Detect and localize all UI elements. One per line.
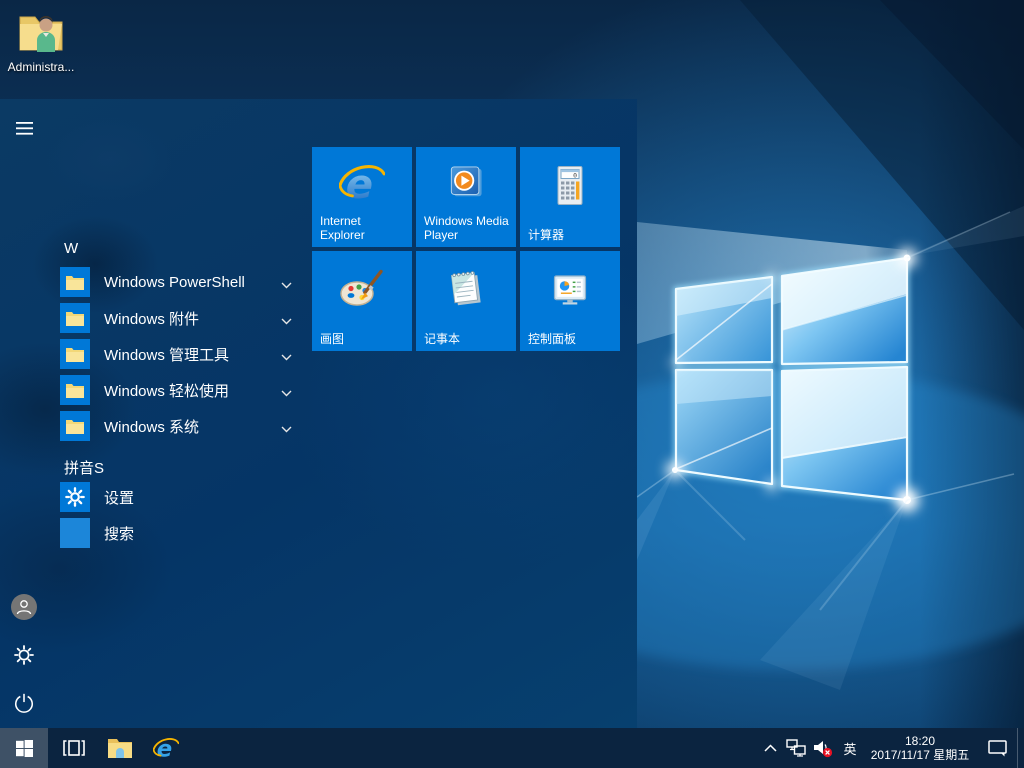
tile-label: 画图 xyxy=(320,332,406,346)
app-list-section-header-w: W xyxy=(64,240,78,257)
tray-volume-button[interactable] xyxy=(809,728,837,768)
chevron-down-icon[interactable] xyxy=(281,348,292,366)
tray-show-hidden-icons-button[interactable] xyxy=(757,728,783,768)
action-center-icon xyxy=(988,739,1007,757)
tile-windows-media-player[interactable]: Windows Media Player xyxy=(416,147,516,247)
taskbar-task-view-button[interactable] xyxy=(54,728,94,768)
start-menu-user-button[interactable] xyxy=(8,591,40,623)
app-list-item-windows-ease-of-access[interactable]: Windows 轻松使用 xyxy=(60,375,296,405)
show-desktop-button[interactable] xyxy=(1017,728,1024,768)
folder-icon xyxy=(60,411,90,441)
app-list-item-windows-powershell[interactable]: Windows PowerShell xyxy=(60,267,296,297)
tile-label: 记事本 xyxy=(424,332,510,346)
folder-icon xyxy=(60,267,90,297)
chevron-down-icon[interactable] xyxy=(281,312,292,330)
app-list-item-search[interactable]: 搜索 xyxy=(60,518,296,548)
app-list-item-windows-accessories[interactable]: Windows 附件 xyxy=(60,303,296,333)
app-list-item-label: Windows 附件 xyxy=(104,308,199,329)
start-button[interactable] xyxy=(0,728,48,768)
chevron-up-icon xyxy=(764,744,777,752)
desktop-icon-label: Administra... xyxy=(2,60,80,74)
taskbar-internet-explorer-button[interactable]: e xyxy=(146,728,186,768)
calculator-icon: 0 xyxy=(550,165,590,214)
notepad-icon xyxy=(444,267,488,316)
tile-internet-explorer[interactable]: e Internet Explorer xyxy=(312,147,412,247)
folder-icon xyxy=(60,303,90,333)
app-list-item-label: Windows 轻松使用 xyxy=(104,380,229,401)
start-tiles-group: e Internet Explorer Windows xyxy=(312,147,620,351)
tile-control-panel[interactable]: 控制面板 xyxy=(520,251,620,351)
task-view-icon xyxy=(63,740,85,756)
app-list-item-label: Windows 管理工具 xyxy=(104,344,229,365)
tray-ime-indicator[interactable]: 英 xyxy=(837,728,863,768)
control-panel-icon xyxy=(548,271,592,316)
internet-explorer-icon: e xyxy=(339,160,385,211)
chevron-down-icon[interactable] xyxy=(281,420,292,438)
tile-label: Windows Media Player xyxy=(424,214,510,242)
blank-blue-tile-icon xyxy=(60,518,90,548)
system-tray: 英 18:20 2017/11/17 星期五 xyxy=(757,728,1024,768)
paint-icon xyxy=(338,267,386,316)
app-list-section-header-pinyin-s: 拼音S xyxy=(64,457,104,478)
tile-calculator[interactable]: 0 计算器 xyxy=(520,147,620,247)
tile-label: 计算器 xyxy=(528,228,614,242)
svg-text:0: 0 xyxy=(573,172,577,180)
user-avatar-icon xyxy=(10,593,38,621)
start-menu-settings-button[interactable] xyxy=(8,639,40,671)
windows-media-player-icon xyxy=(444,161,488,210)
speaker-muted-icon xyxy=(813,739,833,758)
taskbar-file-explorer-button[interactable] xyxy=(100,728,140,768)
gear-icon xyxy=(13,644,35,666)
app-list-item-label: Windows 系统 xyxy=(104,416,199,437)
tile-label: Internet Explorer xyxy=(320,214,406,242)
tray-time: 18:20 xyxy=(905,734,935,748)
chevron-down-icon[interactable] xyxy=(281,384,292,402)
tray-date: 2017/11/17 星期五 xyxy=(871,748,970,762)
start-menu: W Windows PowerShell Windows 附件 Windows … xyxy=(0,99,637,728)
file-explorer-icon xyxy=(107,737,133,759)
app-list-item-windows-system[interactable]: Windows 系统 xyxy=(60,411,296,441)
chevron-down-icon[interactable] xyxy=(281,276,292,294)
tray-clock[interactable]: 18:20 2017/11/17 星期五 xyxy=(863,728,977,768)
tile-label: 控制面板 xyxy=(528,332,614,346)
tray-network-button[interactable] xyxy=(783,728,809,768)
app-list-item-settings[interactable]: 设置 xyxy=(60,482,296,512)
app-list-item-windows-admin-tools[interactable]: Windows 管理工具 xyxy=(60,339,296,369)
folder-icon xyxy=(60,339,90,369)
desktop-icon-administrator[interactable]: Administra... xyxy=(2,8,80,74)
app-list-item-label: 设置 xyxy=(104,487,134,508)
taskbar: e xyxy=(0,728,1024,768)
start-menu-hamburger-button[interactable] xyxy=(8,112,40,144)
start-menu-power-button[interactable] xyxy=(8,687,40,719)
app-list-item-label: 搜索 xyxy=(104,523,134,544)
gear-icon xyxy=(60,482,90,512)
user-folder-icon xyxy=(17,8,65,58)
power-icon xyxy=(13,692,35,714)
windows-logo-icon xyxy=(16,740,33,757)
tile-notepad[interactable]: 记事本 xyxy=(416,251,516,351)
tile-paint[interactable]: 画图 xyxy=(312,251,412,351)
folder-icon xyxy=(60,375,90,405)
internet-explorer-icon: e xyxy=(153,735,179,761)
hamburger-icon xyxy=(16,122,33,135)
app-list-item-label: Windows PowerShell xyxy=(104,274,245,291)
tray-action-center-button[interactable] xyxy=(977,728,1017,768)
network-icon xyxy=(786,739,806,757)
